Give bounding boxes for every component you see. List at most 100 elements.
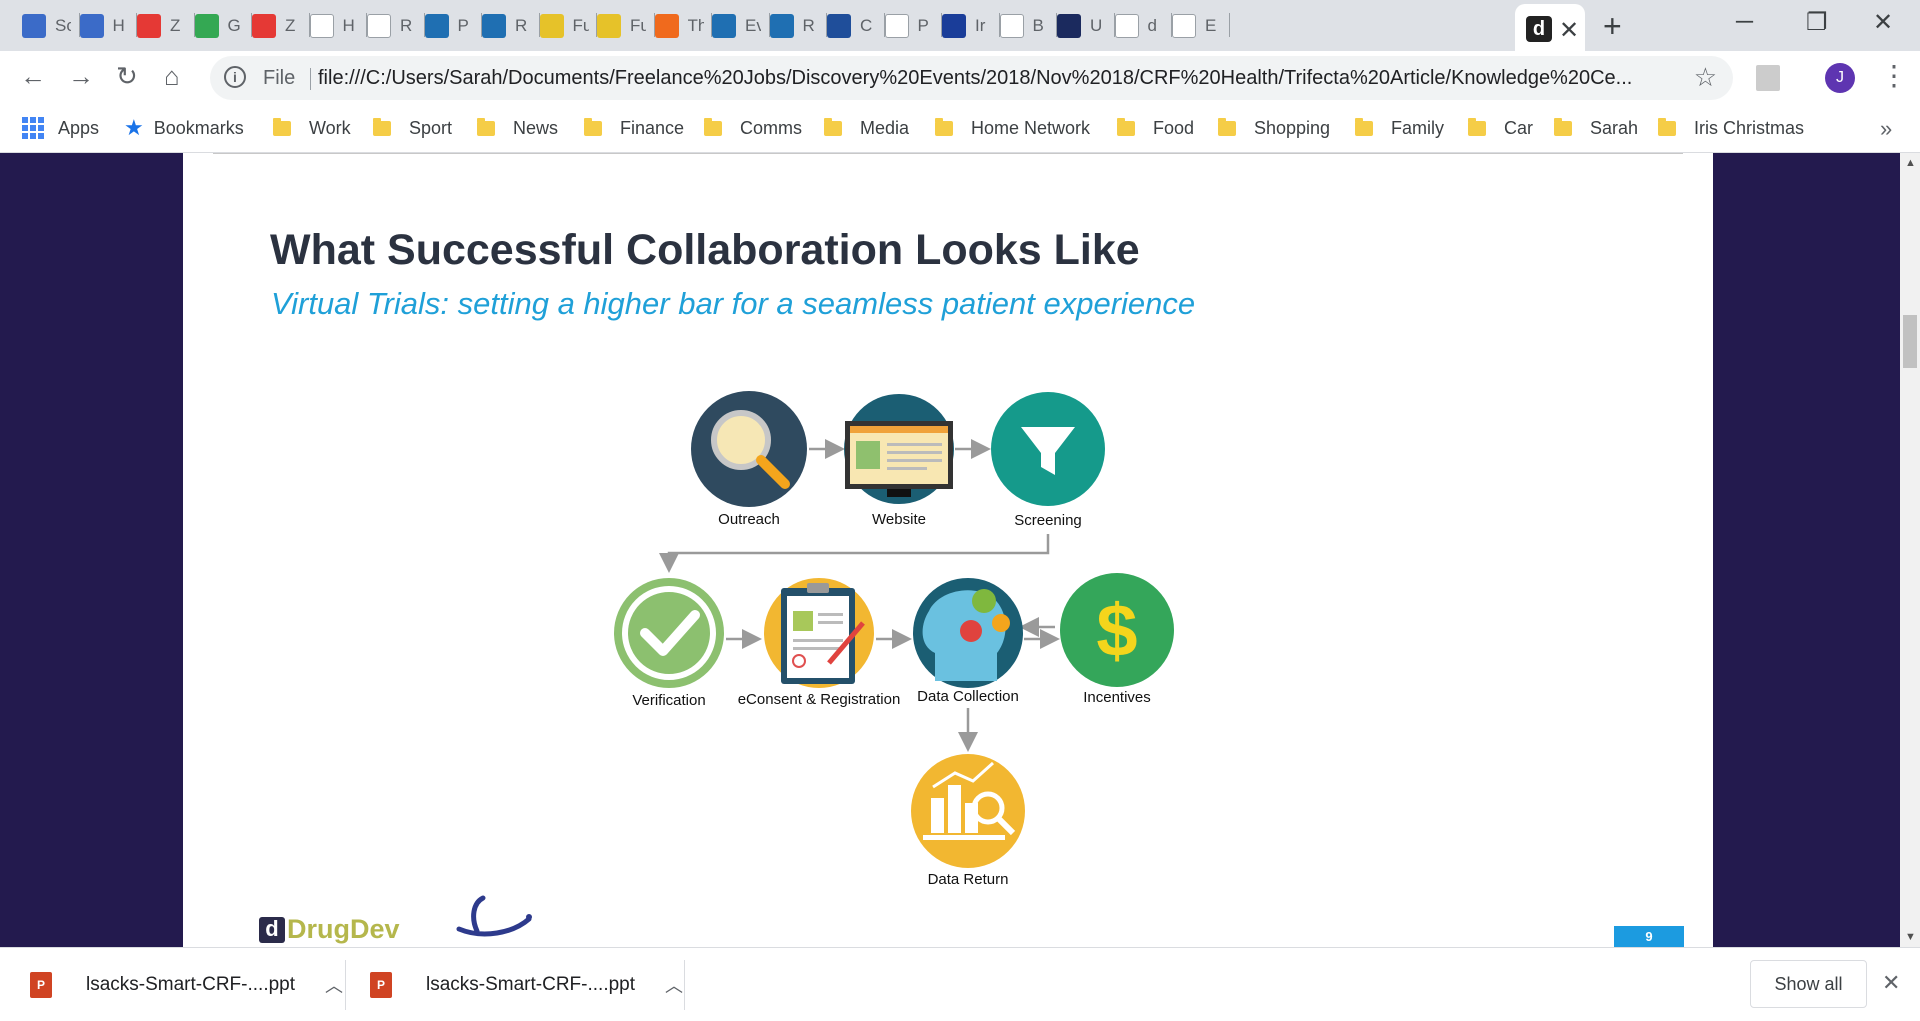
bookmark-folder[interactable]: Sarah bbox=[1554, 115, 1638, 141]
y-icon bbox=[597, 13, 621, 38]
tab-label: H bbox=[342, 15, 355, 35]
scroll-down-icon[interactable]: ▼ bbox=[1905, 931, 1916, 943]
browser-tab[interactable]: R bbox=[367, 10, 425, 41]
browser-tab[interactable]: Sc bbox=[22, 10, 80, 41]
show-all-button[interactable]: Show all bbox=[1750, 960, 1867, 1008]
bookmark-folder[interactable]: Media bbox=[824, 115, 909, 141]
browser-tab[interactable]: Ir bbox=[942, 10, 1000, 41]
bars-icon bbox=[827, 13, 851, 38]
tab-label: Th bbox=[687, 15, 704, 35]
arrow-screening-verification bbox=[659, 534, 1050, 573]
scroll-up-icon[interactable]: ▲ bbox=[1905, 157, 1916, 169]
active-tab[interactable]: d ✕ bbox=[1515, 4, 1585, 51]
bookmark-folder[interactable]: Work bbox=[273, 115, 351, 141]
b-logo-icon bbox=[999, 13, 1024, 38]
tab-label: Fu bbox=[630, 15, 646, 35]
reload-icon[interactable]: ↻ bbox=[116, 61, 138, 92]
folder-icon bbox=[1218, 117, 1236, 136]
browser-tab[interactable]: H bbox=[79, 10, 137, 41]
folder-icon bbox=[1468, 117, 1486, 136]
tab-label: Z bbox=[285, 15, 296, 35]
tab-label: Ir bbox=[975, 15, 986, 35]
tab-label: R bbox=[515, 15, 528, 35]
bookmark-folder[interactable]: Shopping bbox=[1218, 115, 1330, 141]
browser-tab[interactable]: Th bbox=[654, 10, 712, 41]
c-icon bbox=[654, 13, 679, 38]
folder-icon bbox=[584, 117, 602, 136]
browser-tab[interactable]: H bbox=[309, 10, 367, 41]
bookmark-folder[interactable]: Family bbox=[1355, 115, 1444, 141]
bookmark-folder[interactable]: Sport bbox=[373, 115, 452, 141]
downloads-bar: P lsacks-Smart-CRF-....ppt ︿ P lsacks-Sm… bbox=[0, 947, 1920, 1021]
browser-tab[interactable]: Fu bbox=[597, 10, 655, 41]
bookmark-folder-label: Comms bbox=[740, 117, 802, 138]
browser-tab[interactable]: R bbox=[769, 10, 827, 41]
bookmark-folder[interactable]: News bbox=[477, 115, 558, 141]
browser-tab[interactable]: E bbox=[1172, 10, 1230, 41]
browser-tab[interactable]: Ev bbox=[712, 10, 770, 41]
bookmark-folder-label: Sarah bbox=[1590, 117, 1639, 138]
bookmark-folder[interactable]: Home Network bbox=[935, 115, 1090, 141]
partner-swoosh-logo bbox=[456, 895, 532, 937]
profile-avatar[interactable]: J bbox=[1825, 63, 1855, 93]
tab-label: Z bbox=[170, 15, 181, 35]
minimize-icon[interactable]: ─ bbox=[1736, 8, 1753, 36]
address-bar[interactable]: i File file:///C:/Users/Sarah/Documents/… bbox=[210, 56, 1733, 100]
download-filename: lsacks-Smart-CRF-....ppt bbox=[426, 973, 636, 995]
raps-icon bbox=[769, 13, 794, 38]
forward-icon[interactable]: → bbox=[68, 61, 94, 92]
bookmark-folder[interactable]: Iris Christmas bbox=[1658, 115, 1804, 141]
info-icon[interactable]: i bbox=[224, 66, 246, 88]
restore-icon[interactable]: ❐ bbox=[1806, 8, 1828, 37]
close-tab-icon[interactable]: ✕ bbox=[1559, 16, 1579, 45]
bookmark-star-icon[interactable]: ☆ bbox=[1694, 62, 1717, 93]
browser-tab[interactable]: P bbox=[884, 10, 942, 41]
address-url[interactable]: file:///C:/Users/Sarah/Documents/Freelan… bbox=[318, 67, 1668, 90]
step-data-return-label: Data Return bbox=[927, 871, 1009, 888]
home-icon[interactable]: ⌂ bbox=[164, 61, 180, 92]
bookmark-folder-label: Work bbox=[309, 117, 351, 138]
google-icon bbox=[1114, 13, 1139, 38]
incentives-dollar-icon: $ bbox=[1060, 573, 1174, 687]
svg-text:$: $ bbox=[1096, 589, 1137, 672]
bookmark-folder[interactable]: Finance bbox=[584, 115, 684, 141]
browser-tab[interactable]: B bbox=[999, 10, 1057, 41]
eu-flag-icon bbox=[942, 13, 966, 38]
download-item[interactable]: P lsacks-Smart-CRF-....ppt ︿ bbox=[30, 948, 343, 1021]
browser-tab[interactable]: Z bbox=[137, 10, 195, 41]
close-downloads-icon[interactable]: ✕ bbox=[1882, 970, 1900, 996]
new-tab-button[interactable]: + bbox=[1603, 8, 1622, 45]
chevron-up-icon[interactable]: ︿ bbox=[325, 972, 343, 998]
browser-tab[interactable]: d bbox=[1114, 10, 1172, 41]
bookmark-bookmarks-label: Bookmarks bbox=[153, 117, 244, 138]
close-window-icon[interactable]: ✕ bbox=[1873, 8, 1893, 37]
step-incentives-label: Incentives bbox=[1083, 689, 1151, 706]
browser-tab[interactable]: R bbox=[482, 10, 540, 41]
scrollbar-thumb[interactable] bbox=[1903, 315, 1917, 368]
back-icon[interactable]: ← bbox=[20, 61, 46, 92]
screening-funnel-icon bbox=[991, 392, 1105, 506]
folder-icon bbox=[704, 117, 722, 136]
browser-tab[interactable]: C bbox=[827, 10, 885, 41]
folder-icon bbox=[824, 117, 842, 136]
download-item[interactable]: P lsacks-Smart-CRF-....ppt ︿ bbox=[370, 948, 683, 1021]
browser-tab[interactable]: U bbox=[1057, 10, 1115, 41]
browser-tab[interactable]: Z bbox=[252, 10, 310, 41]
verification-check-icon bbox=[614, 578, 724, 688]
tab-label: H bbox=[112, 15, 125, 35]
bookmarks-overflow-icon[interactable]: » bbox=[1880, 116, 1892, 142]
browser-tab[interactable]: G bbox=[194, 10, 252, 41]
bookmark-folder[interactable]: Car bbox=[1468, 115, 1533, 141]
bookmark-bookmarks[interactable]: ★ Bookmarks bbox=[124, 115, 244, 141]
bookmark-apps[interactable]: Apps bbox=[22, 115, 99, 141]
slide: What Successful Collaboration Looks Like… bbox=[183, 153, 1713, 947]
chevron-up-icon[interactable]: ︿ bbox=[665, 972, 683, 998]
pdf-extension-icon[interactable] bbox=[1756, 65, 1780, 91]
vertical-scrollbar[interactable]: ▲ ▼ bbox=[1900, 153, 1920, 947]
bookmark-folder[interactable]: Food bbox=[1117, 115, 1194, 141]
browser-tab[interactable]: P bbox=[424, 10, 482, 41]
step-outreach-label: Outreach bbox=[718, 511, 780, 528]
bookmark-folder[interactable]: Comms bbox=[704, 115, 802, 141]
browser-tab[interactable]: Fu bbox=[539, 10, 597, 41]
menu-icon[interactable]: ⋮ bbox=[1880, 59, 1908, 92]
